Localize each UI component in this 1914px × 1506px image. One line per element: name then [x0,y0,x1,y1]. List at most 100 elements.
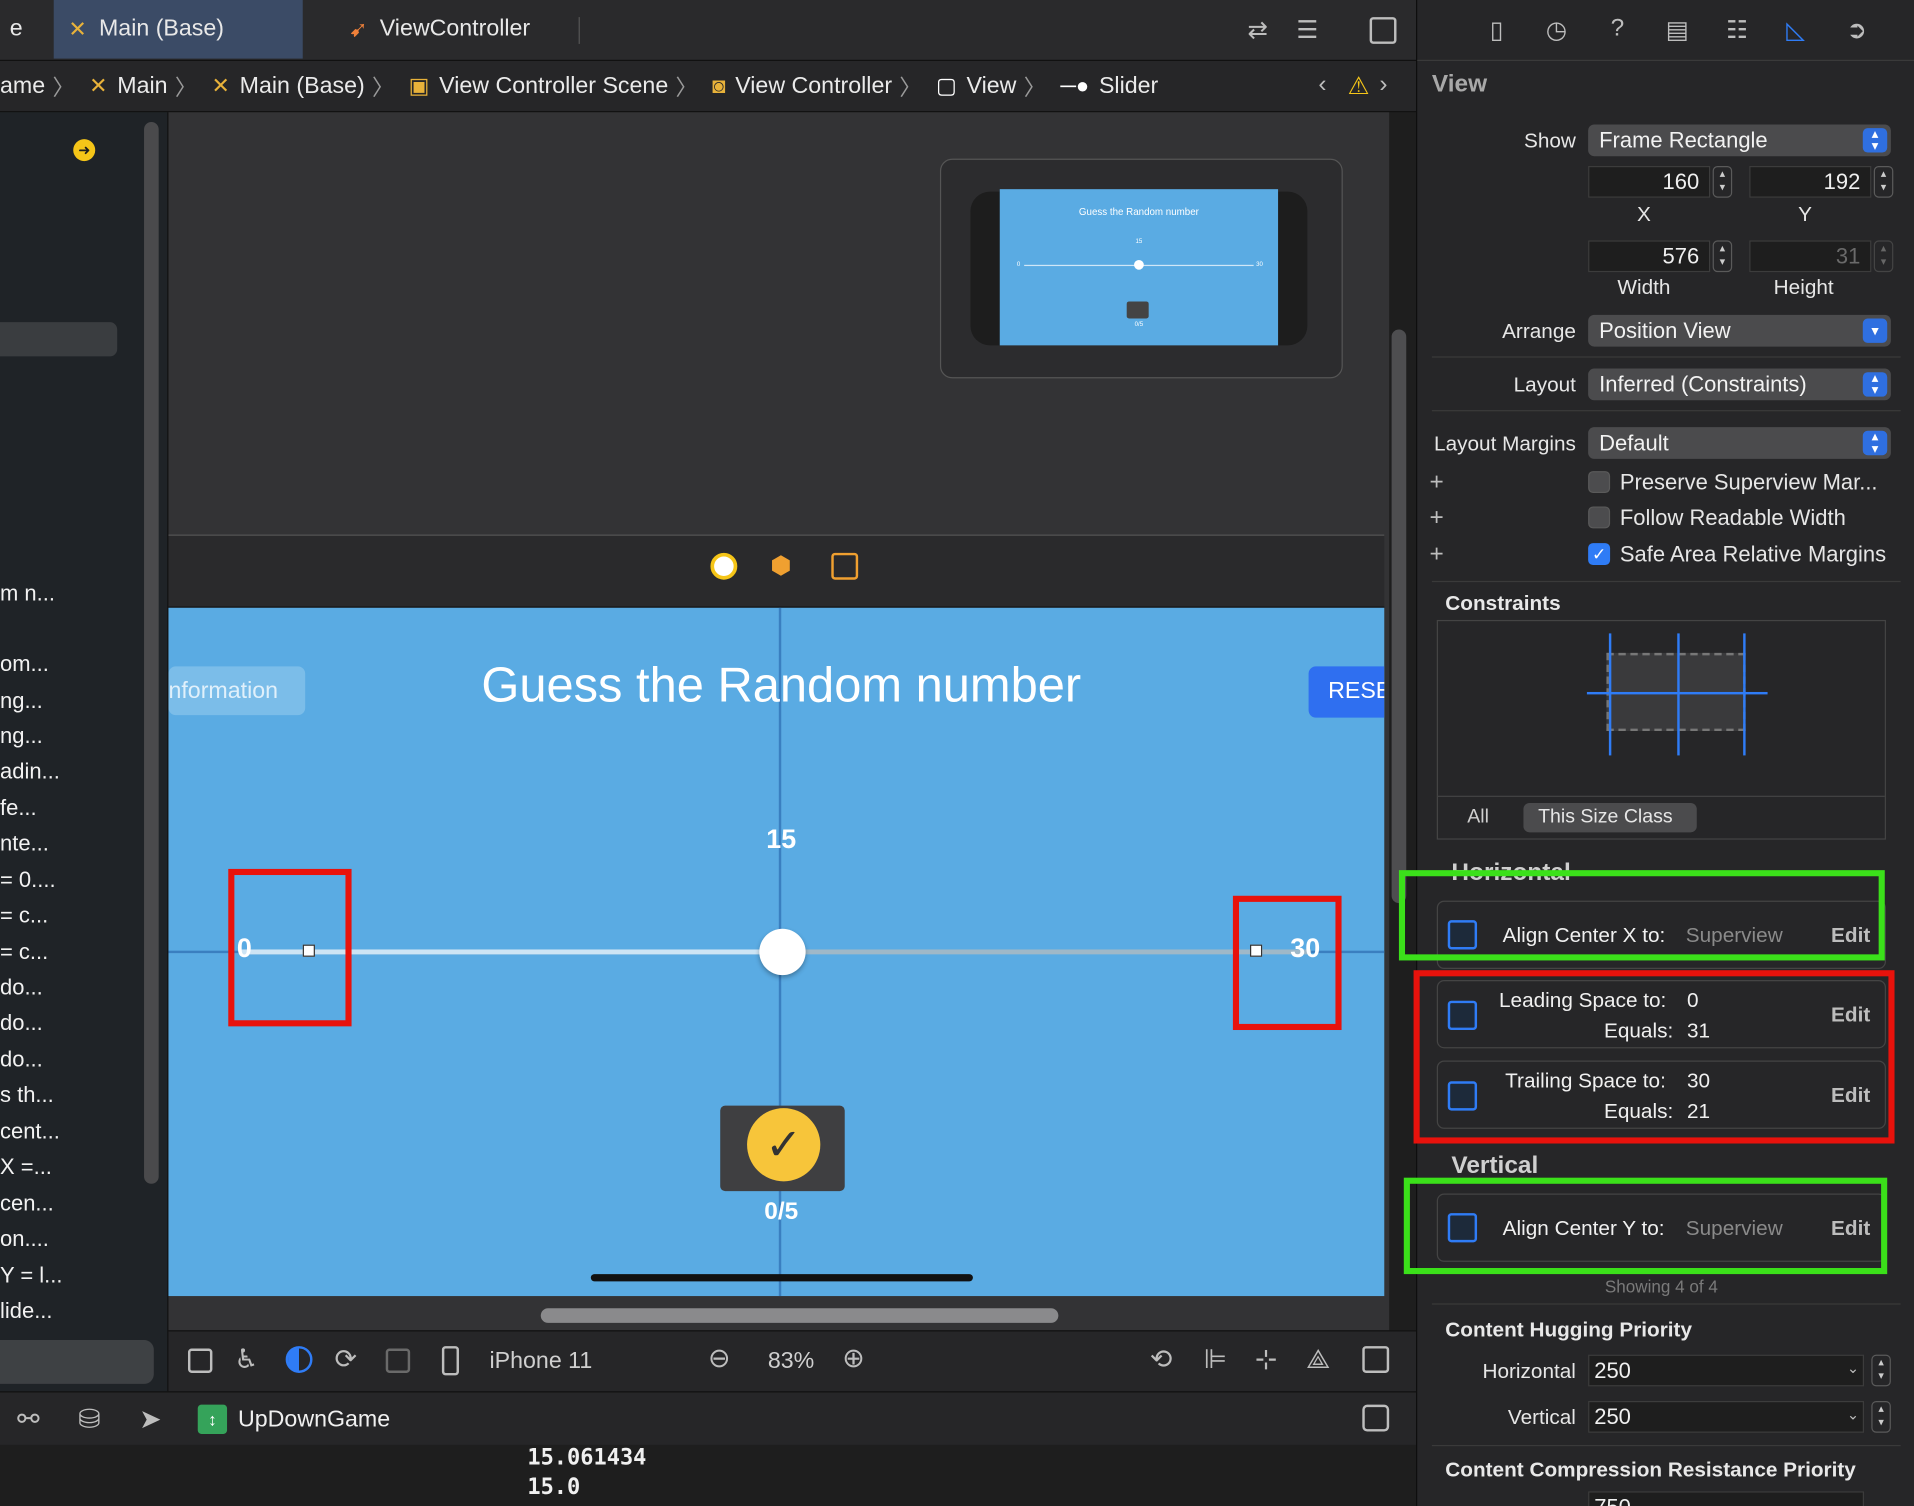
size-ruler-icon[interactable]: ◺ [1780,15,1812,47]
layout-split-icon[interactable] [385,1348,411,1373]
sidebar-toggle-icon[interactable] [187,1348,213,1373]
editor-options-icon[interactable]: ☰ [1296,15,1318,46]
zoom-out-icon[interactable]: ⊖ [708,1342,731,1374]
embed-in-icon[interactable] [1362,1346,1390,1373]
preserve-superview-margins-checkbox[interactable] [1588,471,1611,494]
file-icon[interactable]: ▯ [1481,15,1513,47]
outline-row[interactable]: nte... [0,831,49,857]
resolve-issues-icon[interactable]: ⟁ [1306,1344,1330,1376]
outline-row[interactable]: do... [0,1047,43,1073]
align-icon[interactable]: ⊫ [1204,1344,1227,1376]
outline-row[interactable]: ng... [0,724,43,750]
hugging-horizontal-field[interactable]: 250 [1588,1354,1865,1387]
outline-row[interactable]: fe... [0,796,37,822]
console-output[interactable]: 15.061434 15.0 [0,1444,1417,1506]
view-controller-icon[interactable] [710,552,738,580]
outline-row[interactable]: do... [0,1010,43,1036]
environment-icon[interactable]: ⛁ [78,1403,101,1435]
outline-row[interactable]: cent... [0,1119,60,1145]
console-toggle-icon[interactable] [1362,1404,1390,1432]
outline-row[interactable]: on.... [0,1227,49,1253]
slider-thumb[interactable] [759,928,806,976]
zoom-in-icon[interactable]: ⊕ [842,1342,865,1374]
device-icon[interactable] [441,1346,459,1376]
breadcrumb-item[interactable]: ▣ View Controller Scene 〉 [409,70,705,102]
breadcrumb-item[interactable]: ─● Slider [1060,73,1158,100]
first-responder-icon[interactable]: ⬢ [770,550,791,581]
breadcrumb-item[interactable]: ✕ Main (Base) 〉 [211,70,401,102]
accessibility-icon[interactable]: ♿ [234,1344,258,1376]
orientation-icon[interactable]: ⟳ [334,1344,357,1376]
width-field[interactable]: 576 [1588,240,1711,273]
canvas-vertical-scrollbar[interactable] [1391,329,1407,904]
compression-horizontal-field[interactable]: 750 [1588,1491,1865,1506]
hugging-vertical-field[interactable]: 250 [1588,1401,1865,1433]
add-variation-plus[interactable]: + [1429,469,1443,497]
outline-row[interactable]: do... [0,975,43,1001]
add-variation-plus[interactable]: + [1429,541,1443,569]
memory-graph-icon[interactable]: ⚯ [17,1403,40,1435]
outline-row[interactable]: cen... [0,1191,54,1217]
warning-icon[interactable]: ⚠ [1348,71,1370,102]
chevron-left-icon[interactable]: ‹ [1318,71,1326,99]
outline-filter-field[interactable] [0,1339,154,1384]
divider [1437,795,1885,797]
outline-row[interactable]: = c... [0,940,48,966]
margins-popup[interactable]: Default ▴ ▾ [1588,427,1891,459]
show-popup[interactable]: Frame Rectangle ▴ ▾ [1588,124,1891,157]
chevron-down-icon[interactable]: ⌄ [1847,1406,1859,1423]
swap-icon[interactable]: ⇄ [1248,15,1268,46]
tab-partial[interactable]: e [0,0,54,59]
outline-row[interactable]: adin... [0,759,60,785]
location-icon[interactable]: ➤ [139,1403,162,1435]
tab-main-base[interactable]: ✕ Main (Base) [53,0,303,59]
zoom-level[interactable]: 83% [768,1349,814,1376]
breadcrumb-item[interactable]: ✕ Main 〉 [89,70,204,102]
filter-all[interactable]: All [1467,807,1489,829]
arrange-popup[interactable]: Position View ▾ [1588,314,1891,347]
exit-icon[interactable] [831,552,859,580]
outline-selection[interactable] [0,322,118,357]
outline-row[interactable]: = c... [0,903,48,929]
width-stepper[interactable]: ▴ ▾ [1712,240,1733,273]
identity-icon[interactable]: ▤ [1661,15,1693,47]
minimap-screen: Guess the Random number 15 0 30 0/5 [999,189,1279,346]
add-editor-icon[interactable] [1369,17,1397,44]
breadcrumb-item[interactable]: ◙ View Controller 〉 [712,70,929,102]
help-icon[interactable]: ? [1602,15,1634,47]
appearance-icon[interactable] [285,1346,313,1373]
canvas-horizontal-scrollbar[interactable] [540,1308,1059,1323]
outline-row[interactable]: lide... [0,1299,53,1325]
add-variation-plus[interactable]: + [1429,504,1443,532]
outline-scrollbar[interactable] [144,122,159,1184]
breadcrumb-item[interactable]: ▢ View 〉 [936,70,1053,102]
tab-viewcontroller[interactable]: ➹ ViewController [334,0,578,59]
outline-row[interactable]: s th... [0,1082,54,1108]
history-icon[interactable]: ◷ [1541,15,1573,47]
arrow-right-circle-icon[interactable]: ➜ [73,139,96,162]
safe-area-relative-margins-checkbox[interactable]: ✓ [1588,543,1611,566]
attributes-icon[interactable]: ☷ [1721,15,1753,47]
y-field[interactable]: 192 [1749,165,1872,198]
outline-row[interactable]: = 0.... [0,868,56,894]
x-stepper[interactable]: ▴ ▾ [1712,165,1733,198]
outline-row[interactable]: Y = l... [0,1263,63,1289]
y-stepper[interactable]: ▴ ▾ [1873,165,1894,198]
update-frames-icon[interactable]: ⟲ [1150,1344,1173,1376]
layout-popup[interactable]: Inferred (Constraints) ▴ ▾ [1588,368,1891,401]
x-field[interactable]: 160 [1588,165,1711,198]
outline-row[interactable]: m n... [0,581,55,607]
device-name[interactable]: iPhone 11 [490,1349,593,1376]
chevron-down-icon[interactable]: ⌄ [1847,1360,1859,1377]
scheme-name[interactable]: UpDownGame [238,1407,390,1434]
minimap[interactable]: Guess the Random number 15 0 30 0/5 [939,158,1343,379]
hugging-vertical-stepper[interactable]: ▴ ▾ [1871,1401,1891,1433]
breadcrumb-item[interactable]: ame 〉 [0,70,82,102]
hugging-horizontal-stepper[interactable]: ▴ ▾ [1871,1354,1891,1387]
layout-value: Inferred (Constraints) [1599,371,1807,397]
chevron-right-icon[interactable]: › [1379,71,1387,99]
outline-row[interactable]: X =... [0,1154,52,1180]
connections-icon[interactable]: ➲ [1841,15,1873,47]
follow-readable-width-checkbox[interactable] [1588,506,1611,529]
add-constraints-icon[interactable]: ⊹ [1255,1344,1278,1376]
